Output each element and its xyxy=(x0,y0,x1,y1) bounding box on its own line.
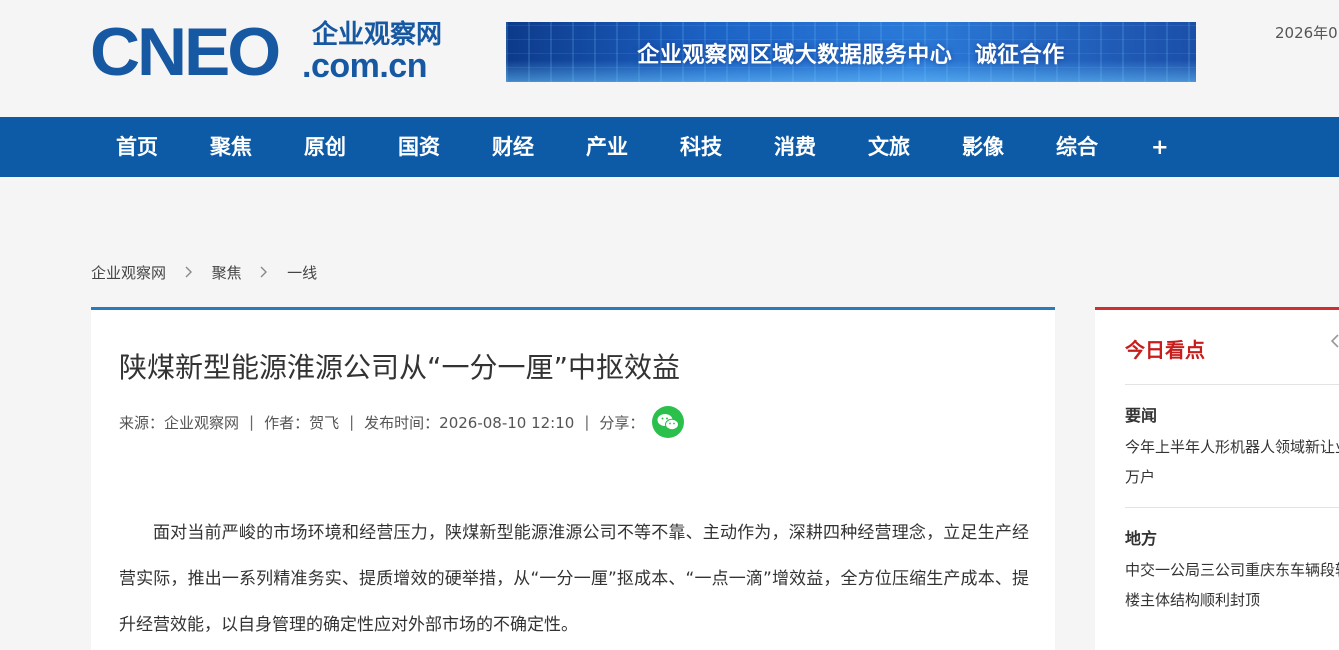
nav-item-tech[interactable]: 科技 xyxy=(680,117,722,177)
breadcrumb-focus[interactable]: 聚焦 xyxy=(212,264,242,282)
article-title: 陕煤新型能源淮源公司从“一分一厘”中抠效益 xyxy=(119,351,681,384)
nav-item-state-assets[interactable]: 国资 xyxy=(398,117,440,177)
chevron-left-icon[interactable] xyxy=(1330,332,1339,353)
logo-wordmark: CNEO xyxy=(90,14,281,90)
meta-divider: | xyxy=(584,413,590,431)
divider xyxy=(1125,507,1339,508)
banner-text: 企业观察网区域大数据服务中心 诚征合作 xyxy=(637,43,1065,68)
nav-item-more[interactable]: + xyxy=(1151,117,1169,177)
article-meta: 来源：企业观察网 | 作者：贺飞 | 发布时间：2026-08-10 12:10… xyxy=(119,406,685,438)
article-source: 来源：企业观察网 xyxy=(119,413,240,432)
nav-item-home[interactable]: 首页 xyxy=(116,117,158,177)
section-label-news: 要闻 xyxy=(1125,406,1158,425)
breadcrumb-frontline[interactable]: 一线 xyxy=(287,264,317,282)
nav-item-industry[interactable]: 产业 xyxy=(586,117,628,177)
site-header: CNEO 企业观察网 .com.cn 企业观察网区域大数据服务中心 诚征合作 2… xyxy=(0,0,1339,117)
article-author: 作者：贺飞 xyxy=(264,413,340,432)
nav-item-images[interactable]: 影像 xyxy=(962,117,1004,177)
nav-item-culture-travel[interactable]: 文旅 xyxy=(868,117,910,177)
article-publish-time: 发布时间：2026-08-10 12:10 xyxy=(364,413,575,432)
divider xyxy=(1125,384,1339,385)
nav-item-original[interactable]: 原创 xyxy=(304,117,346,177)
logo-chinese-name: 企业观察网 xyxy=(312,20,443,50)
breadcrumb: 企业观察网 聚焦 一线 xyxy=(91,262,317,283)
nav-item-general[interactable]: 综合 xyxy=(1056,117,1098,177)
share-label: 分享： xyxy=(599,413,645,432)
main-nav: 首页 聚焦 原创 国资 财经 产业 科技 消费 文旅 影像 综合 + xyxy=(0,117,1339,177)
header-date: 2026年0 xyxy=(1275,24,1338,42)
article-panel: 陕煤新型能源淮源公司从“一分一厘”中抠效益 来源：企业观察网 | 作者：贺飞 |… xyxy=(91,307,1055,650)
chevron-right-icon xyxy=(260,264,268,282)
site-logo[interactable]: CNEO 企业观察网 .com.cn xyxy=(90,14,452,90)
ad-banner[interactable]: 企业观察网区域大数据服务中心 诚征合作 xyxy=(506,22,1196,82)
sidebar-title: 今日看点 xyxy=(1125,338,1205,362)
chevron-right-icon xyxy=(185,264,193,282)
article-paragraph: 面对当前严峻的市场环境和经营压力，陕煤新型能源淮源公司不等不靠、主动作为，深耕四… xyxy=(119,523,1029,635)
today-highlights-panel: 今日看点 要闻 今年上半年人形机器人领域新让业11.6万户 地方 中交一公局三公… xyxy=(1095,307,1339,650)
news-headline[interactable]: 今年上半年人形机器人领域新让业11.6万户 xyxy=(1125,432,1339,492)
breadcrumb-home[interactable]: 企业观察网 xyxy=(91,264,166,282)
local-headline[interactable]: 中交一公局三公司重庆东车辆段转综合楼主体结构顺利封顶 xyxy=(1125,555,1339,615)
section-label-local: 地方 xyxy=(1125,529,1158,548)
nav-item-consumer[interactable]: 消费 xyxy=(774,117,816,177)
logo-domain: .com.cn xyxy=(302,47,427,85)
meta-divider: | xyxy=(349,413,355,431)
wechat-icon[interactable] xyxy=(652,406,685,438)
meta-divider: | xyxy=(249,413,255,431)
nav-item-focus[interactable]: 聚焦 xyxy=(210,117,252,177)
nav-item-finance[interactable]: 财经 xyxy=(492,117,534,177)
